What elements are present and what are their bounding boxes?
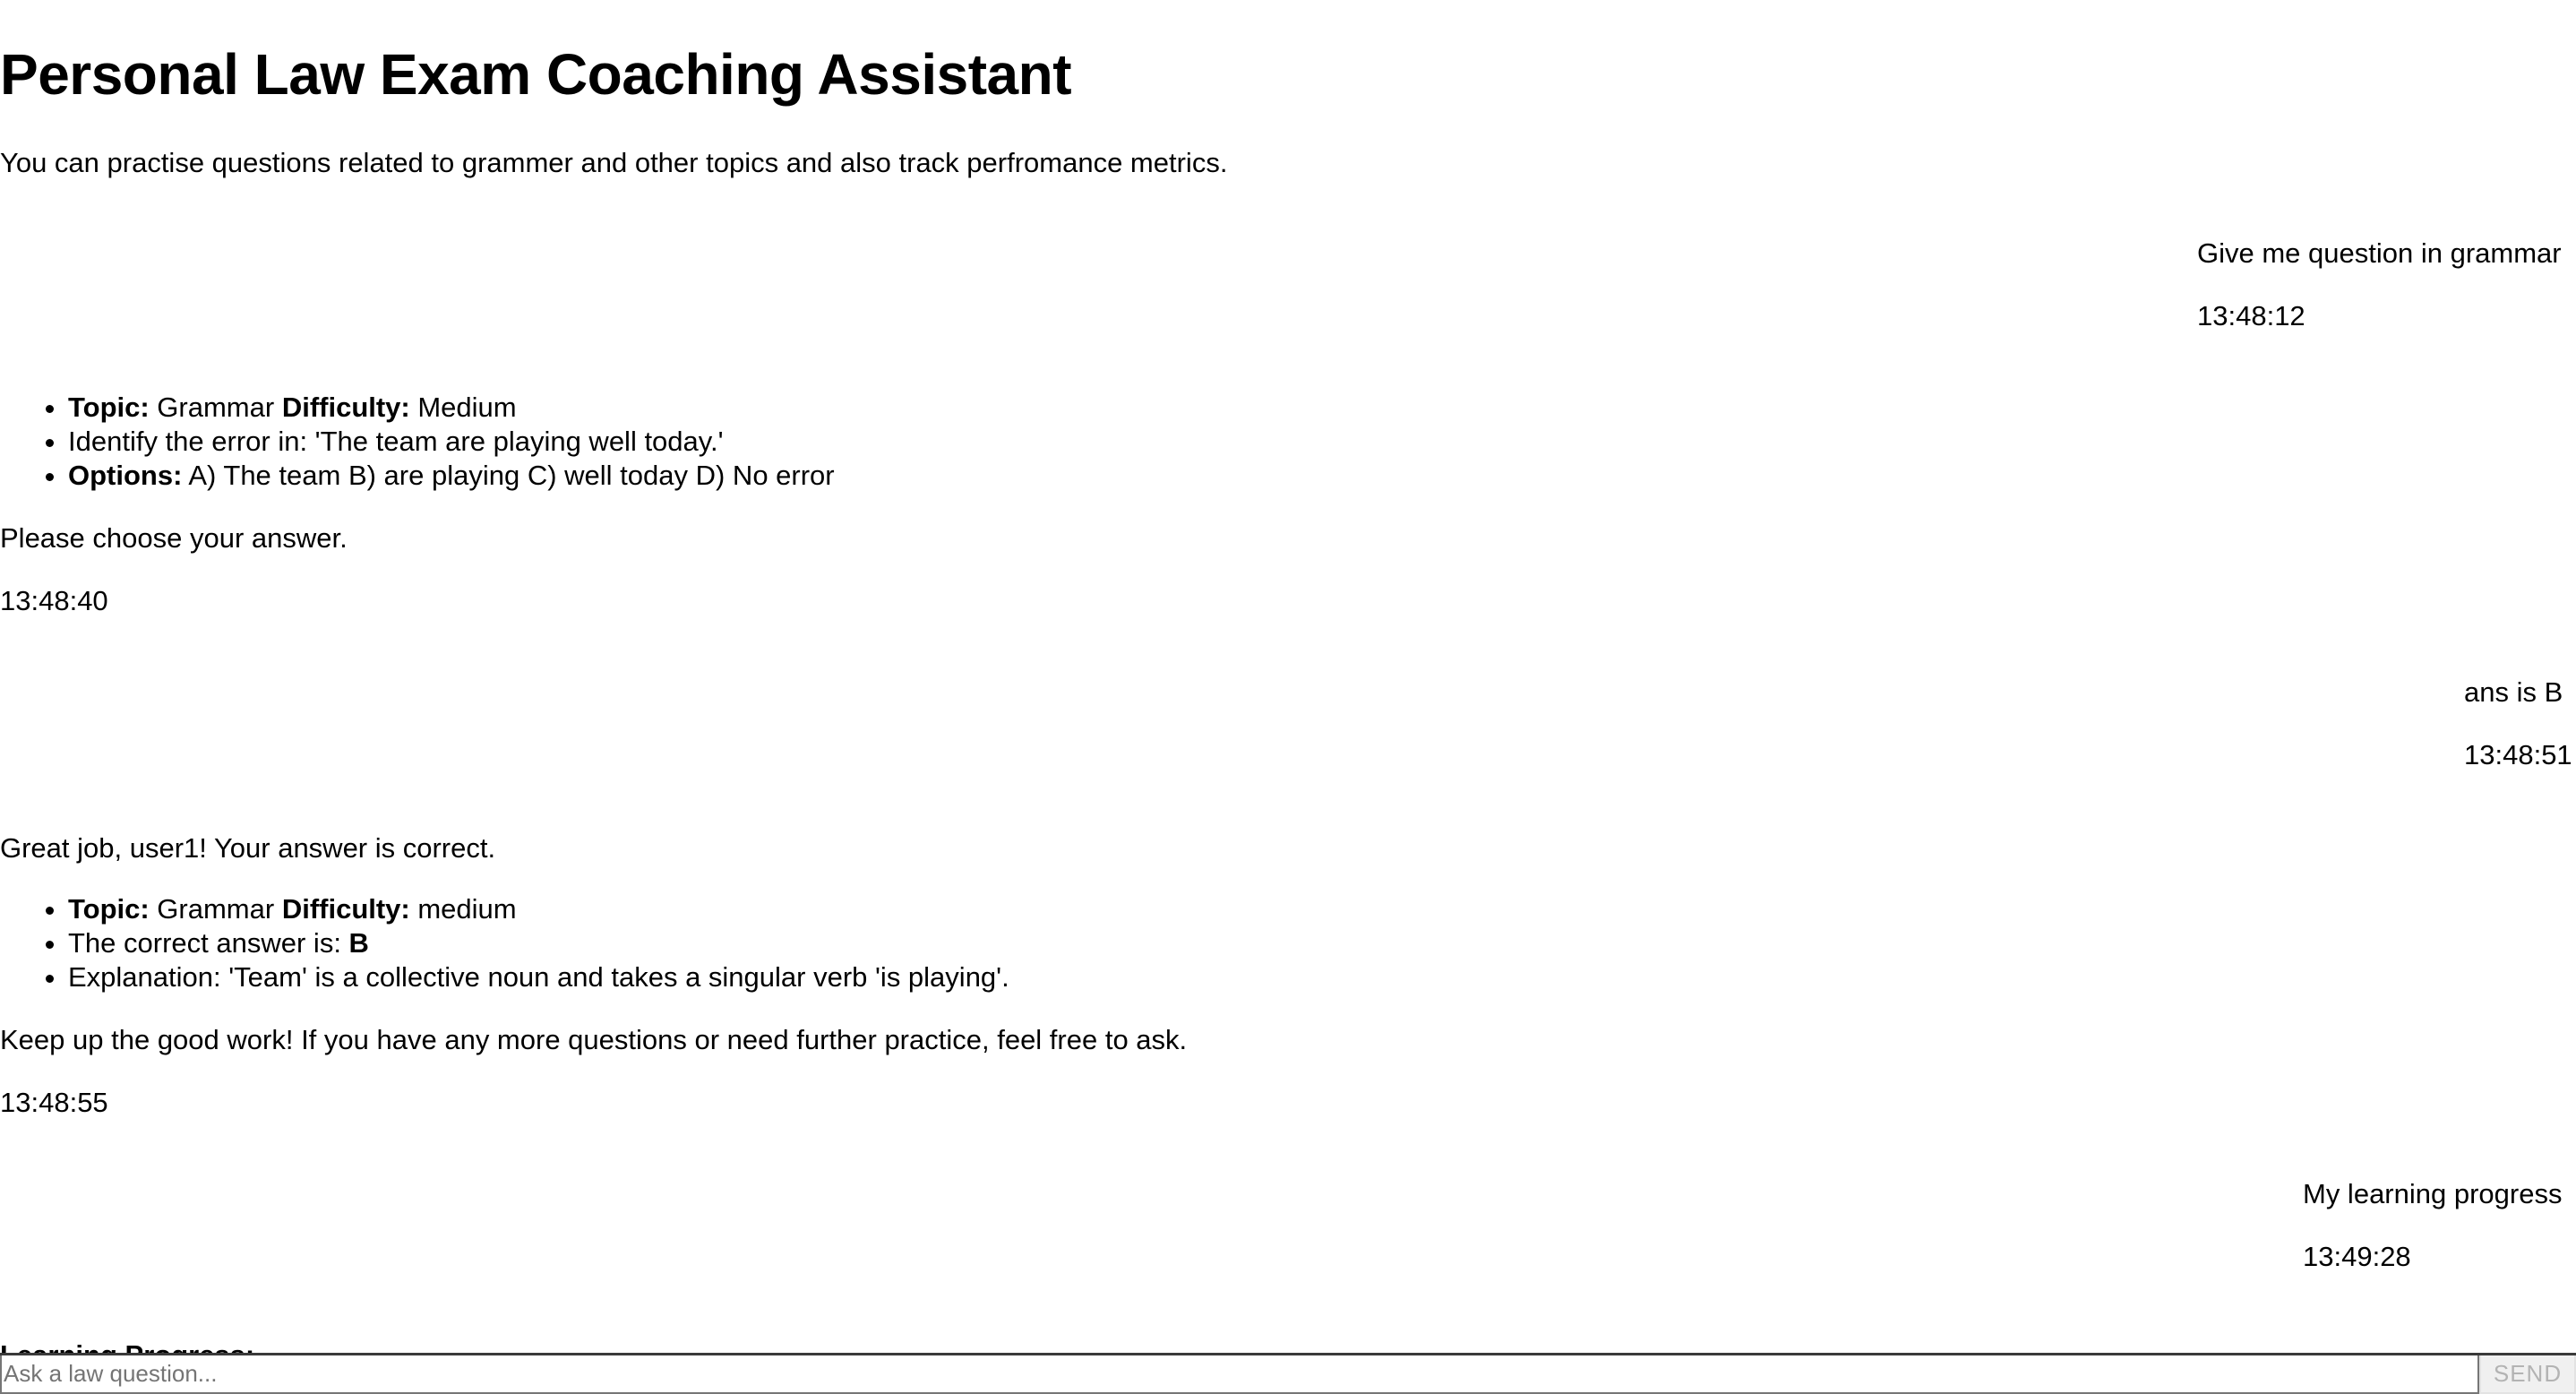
difficulty-value: medium <box>409 893 517 925</box>
list-item-explanation: Explanation: 'Team' is a collective noun… <box>68 960 1412 994</box>
learning-progress-heading: Learning Progress: <box>0 1338 254 1353</box>
message-timestamp: 13:48:40 <box>0 585 108 616</box>
page-subtitle: You can practise questions related to gr… <box>0 147 1228 178</box>
send-button[interactable]: SEND <box>2479 1355 2576 1394</box>
list-item-answer: The correct answer is: B <box>68 926 1412 960</box>
list-item-question: Identify the error in: 'The team are pla… <box>68 425 1322 459</box>
user-message-text: ans is B <box>2464 676 2563 708</box>
difficulty-value: Medium <box>409 392 517 423</box>
difficulty-label: Difficulty: <box>281 392 410 423</box>
message-timestamp: 13:48:55 <box>0 1087 108 1118</box>
question-input[interactable] <box>0 1355 2479 1394</box>
difficulty-label: Difficulty: <box>281 893 410 925</box>
message-timestamp: 13:49:28 <box>2303 1241 2411 1272</box>
message-timestamp: 13:48:12 <box>2197 300 2306 331</box>
answer-text: The correct answer is: <box>68 927 349 959</box>
topic-value: Grammar <box>149 893 282 925</box>
answer-value: B <box>348 927 369 959</box>
message-timestamp: 13:48:51 <box>2464 739 2572 770</box>
assistant-message-text: Please choose your answer. <box>0 522 348 554</box>
answer-details-list: Topic: Grammar Difficulty: medium The co… <box>0 892 1412 994</box>
question-details-list: Topic: Grammar Difficulty: Medium Identi… <box>0 391 1322 493</box>
options-label: Options: <box>68 460 183 491</box>
topic-value: Grammar <box>149 392 282 423</box>
topic-label: Topic: <box>68 392 150 423</box>
options-value: A) The team B) are playing C) well today… <box>182 460 835 491</box>
assistant-message-text: Great job, user1! Your answer is correct… <box>0 832 496 864</box>
page-title: Personal Law Exam Coaching Assistant <box>0 42 1072 107</box>
chat-scroll-area[interactable]: Personal Law Exam Coaching Assistant You… <box>0 0 2576 1353</box>
list-item-topic: Topic: Grammar Difficulty: medium <box>68 892 1412 926</box>
topic-label: Topic: <box>68 893 150 925</box>
chat-page: Personal Law Exam Coaching Assistant You… <box>0 0 2576 1394</box>
user-message-text: My learning progress <box>2303 1178 2563 1209</box>
list-item-topic: Topic: Grammar Difficulty: Medium <box>68 391 1322 425</box>
list-item-options: Options: A) The team B) are playing C) w… <box>68 459 1322 493</box>
assistant-message-text: Keep up the good work! If you have any m… <box>0 1024 1188 1055</box>
user-message-text: Give me question in grammar <box>2197 237 2562 269</box>
message-composer: SEND <box>0 1353 2576 1394</box>
